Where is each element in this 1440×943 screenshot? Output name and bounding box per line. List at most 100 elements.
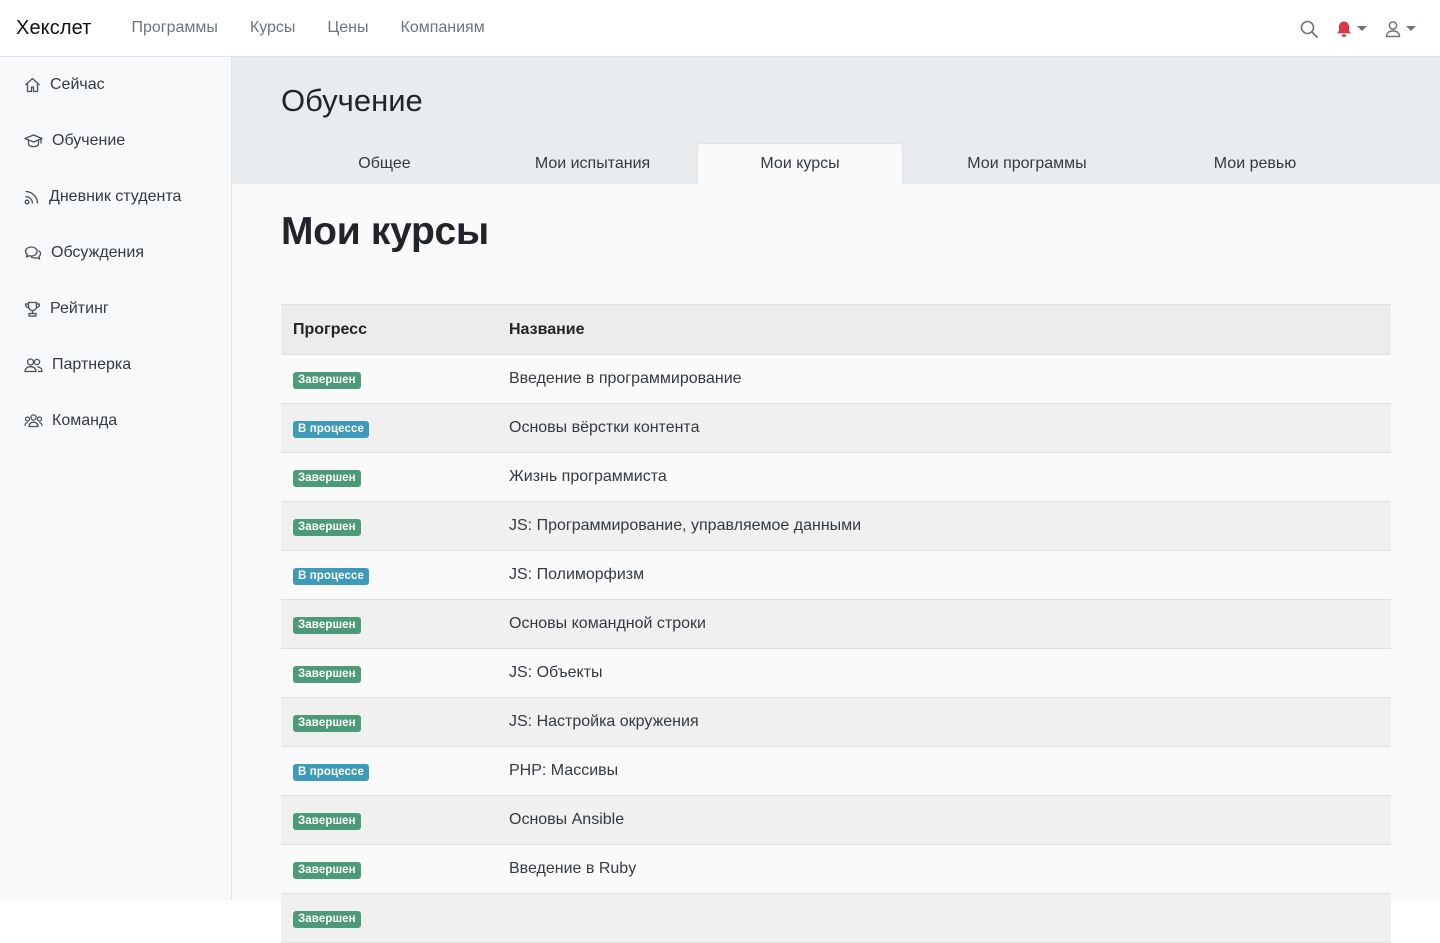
course-link[interactable]: Основы Ansible <box>509 811 624 828</box>
main-content: Обучение Общее Мои испытания Мои курсы М… <box>232 57 1440 943</box>
course-link[interactable]: Жизнь программиста <box>509 468 667 485</box>
learning-tabs: Общее Мои испытания Мои курсы Мои програ… <box>281 143 1359 184</box>
table-row: Завершен Основы командной строки <box>281 599 1391 649</box>
progress-cell: Завершен <box>281 501 497 551</box>
table-row: Завершен Введение в Ruby <box>281 844 1391 894</box>
sidebar-item-learning[interactable]: Обучение <box>0 113 231 169</box>
status-badge: Завершен <box>293 714 361 732</box>
status-badge: Завершен <box>293 371 361 389</box>
sidebar-item-rating[interactable]: Рейтинг <box>0 281 231 337</box>
progress-cell: Завершен <box>281 452 497 502</box>
progress-cell: В процессе <box>281 746 497 796</box>
home-icon <box>25 77 40 93</box>
status-badge: Завершен <box>293 812 361 830</box>
sidebar-item-discussions[interactable]: Обсуждения <box>0 225 231 281</box>
table-row: В процессе PHP: Массивы <box>281 746 1391 796</box>
status-badge: В процессе <box>293 763 369 781</box>
table-row: Завершен Введение в программирование <box>281 354 1391 404</box>
name-cell: PHP: Массивы <box>497 746 1391 796</box>
sidebar-item-label: Рейтинг <box>50 300 109 317</box>
user-icon <box>1385 20 1401 37</box>
page-header: Обучение Общее Мои испытания Мои курсы М… <box>232 57 1440 184</box>
course-link[interactable]: JS: Объекты <box>509 664 603 681</box>
name-cell: Введение в Ruby <box>497 844 1391 894</box>
section-title: Мои курсы <box>281 210 489 253</box>
nav-courses[interactable]: Курсы <box>234 19 312 37</box>
progress-cell: Завершен <box>281 354 497 404</box>
sidebar-item-team[interactable]: Команда <box>0 393 231 449</box>
tab-my-challenges[interactable]: Мои испытания <box>488 143 697 184</box>
bell-icon <box>1337 21 1351 37</box>
table-row: Завершен Жизнь программиста <box>281 452 1391 502</box>
course-link[interactable]: Основы вёрстки контента <box>509 419 699 436</box>
sidebar-item-student-diary[interactable]: Дневник студента <box>0 169 231 225</box>
progress-cell: Завершен <box>281 697 497 747</box>
courses-table: Прогресс Название Завершен Введение в пр… <box>281 304 1391 943</box>
top-navbar: Хекслет Программы Курсы Цены Компаниям <box>0 0 1440 57</box>
progress-cell: Завершен <box>281 893 497 943</box>
name-cell: JS: Полиморфизм <box>497 550 1391 600</box>
name-cell: JS: Настройка окружения <box>497 697 1391 747</box>
course-link[interactable]: Введение в программирование <box>509 370 742 387</box>
notifications-dropdown[interactable] <box>1336 20 1367 38</box>
status-badge: В процессе <box>293 420 369 438</box>
comments-icon <box>24 246 42 260</box>
name-cell: JS: Программирование, управляемое данным… <box>497 501 1391 551</box>
name-cell: Основы командной строки <box>497 599 1391 649</box>
name-cell: Жизнь программиста <box>497 452 1391 502</box>
trophy-icon <box>24 301 41 317</box>
column-header-progress: Прогресс <box>281 304 497 355</box>
column-header-name: Название <box>497 304 1391 355</box>
progress-cell: В процессе <box>281 550 497 600</box>
sidebar-item-label: Команда <box>52 412 118 429</box>
search-button[interactable] <box>1300 20 1318 38</box>
course-link[interactable]: JS: Настройка окружения <box>509 713 699 730</box>
status-badge: Завершен <box>293 910 361 928</box>
search-icon <box>1300 20 1318 38</box>
top-right-controls <box>1282 0 1416 57</box>
course-link[interactable]: PHP: Массивы <box>509 762 618 779</box>
course-link[interactable]: Основы командной строки <box>509 615 706 632</box>
status-badge: Завершен <box>293 861 361 879</box>
top-nav: Программы Курсы Цены Компаниям <box>115 19 500 37</box>
tab-my-programs[interactable]: Мои программы <box>903 143 1151 184</box>
rss-icon <box>24 190 39 205</box>
course-link[interactable]: JS: Программирование, управляемое данным… <box>509 517 861 534</box>
chevron-down-icon <box>1406 26 1416 31</box>
sidebar-item-now[interactable]: Сейчас <box>0 57 231 113</box>
course-link[interactable]: JS: Полиморфизм <box>509 566 644 583</box>
nav-prices[interactable]: Цены <box>311 19 384 37</box>
table-row: Завершен JS: Объекты <box>281 648 1391 698</box>
chevron-down-icon <box>1357 26 1367 31</box>
table-row: Завершен <box>281 893 1391 943</box>
status-badge: Завершен <box>293 469 361 487</box>
sidebar-item-label: Сейчас <box>50 76 105 93</box>
name-cell: Введение в программирование <box>497 354 1391 404</box>
status-badge: Завершен <box>293 518 361 536</box>
table-row: Завершен JS: Программирование, управляем… <box>281 501 1391 551</box>
nav-companies[interactable]: Компаниям <box>385 19 501 37</box>
tab-my-courses[interactable]: Мои курсы <box>697 143 903 184</box>
sidebar-item-partners[interactable]: Партнерка <box>0 337 231 393</box>
tab-general[interactable]: Общее <box>281 143 488 184</box>
nav-programs[interactable]: Программы <box>115 19 233 37</box>
sidebar-item-label: Дневник студента <box>49 188 182 205</box>
tab-my-reviews[interactable]: Мои ревью <box>1151 143 1359 184</box>
user-dropdown[interactable] <box>1385 20 1416 38</box>
table-header-row: Прогресс Название <box>281 304 1391 355</box>
graduation-cap-icon <box>24 134 43 148</box>
brand-logo[interactable]: Хекслет <box>16 17 91 40</box>
users-icon <box>24 358 43 373</box>
progress-cell: В процессе <box>281 403 497 453</box>
progress-cell: Завершен <box>281 795 497 845</box>
sidebar-item-label: Партнерка <box>52 356 132 373</box>
team-icon <box>24 414 43 428</box>
name-cell: Основы вёрстки контента <box>497 403 1391 453</box>
name-cell: JS: Объекты <box>497 648 1391 698</box>
progress-cell: Завершен <box>281 599 497 649</box>
progress-cell: Завершен <box>281 648 497 698</box>
table-row: Завершен Основы Ansible <box>281 795 1391 845</box>
course-link[interactable]: Введение в Ruby <box>509 860 636 877</box>
progress-cell: Завершен <box>281 844 497 894</box>
table-row: Завершен JS: Настройка окружения <box>281 697 1391 747</box>
